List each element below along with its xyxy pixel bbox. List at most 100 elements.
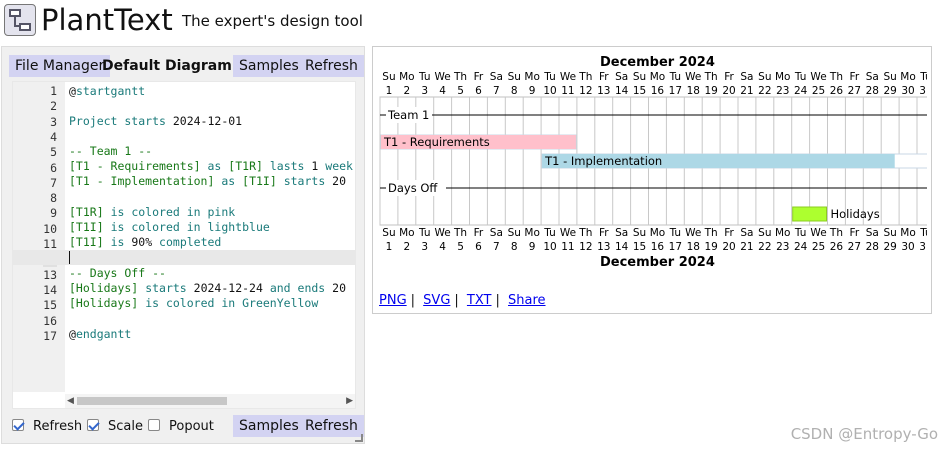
day-label: 23: [776, 85, 789, 97]
weekday-label: Fr: [474, 227, 484, 239]
code-line-11: [T1I] is 90% completed: [69, 235, 222, 249]
weekday-label: Fr: [599, 71, 609, 83]
brand-title[interactable]: PlantText: [41, 2, 173, 38]
weekday-label: Sa: [740, 71, 753, 83]
weekday-label: We: [810, 71, 826, 83]
day-label: 1: [386, 241, 393, 253]
separator-label: Days Off: [388, 181, 438, 195]
weekday-label: Fr: [599, 227, 609, 239]
weekday-label: Th: [578, 227, 592, 239]
code-line-10: [T1I] is colored in lightblue: [69, 220, 270, 234]
line-number-gutter: 1234567891011121314151617: [13, 82, 65, 392]
code-line-14: [Holidays] starts 2024-12-24 and ends 20: [69, 281, 346, 295]
day-label: 17: [669, 241, 682, 253]
code-line-13: -- Days Off --: [69, 266, 166, 280]
day-label: 1: [386, 85, 393, 97]
samples-button-bottom[interactable]: Samples: [233, 415, 305, 437]
code-editor[interactable]: 1234567891011121314151617 @startgantt Pr…: [12, 81, 356, 409]
refresh-checkbox-label: Refresh: [33, 419, 83, 434]
weekday-label: Fr: [724, 71, 734, 83]
code-line-6: [T1 - Requirements] as [T1R] lasts 1 wee…: [69, 159, 353, 173]
weekday-label: Tu: [669, 71, 681, 83]
day-label: 6: [475, 85, 482, 97]
day-label: 31: [919, 85, 927, 97]
scale-checkbox-label: Scale: [108, 419, 143, 434]
weekday-label: Tu: [794, 227, 806, 239]
line-number: 15: [43, 298, 57, 313]
weekday-label: Tu: [794, 71, 806, 83]
line-number: 10: [43, 221, 57, 236]
samples-button-top[interactable]: Samples: [233, 55, 305, 77]
scrollbar-thumb[interactable]: [77, 397, 227, 405]
weekday-label: Mo: [399, 71, 414, 83]
day-label: 5: [457, 241, 464, 253]
line-number: 5: [50, 145, 57, 160]
weekday-label: Sa: [615, 71, 628, 83]
weekday-label: Sa: [490, 227, 503, 239]
weekday-label: Th: [829, 227, 843, 239]
png-link[interactable]: PNG: [379, 293, 407, 308]
day-label: 25: [812, 85, 825, 97]
popout-checkbox-label: Popout: [169, 419, 214, 434]
popout-checkbox[interactable]: [148, 419, 160, 431]
task-label: T1 - Implementation: [544, 154, 662, 168]
code-line-9: [T1R] is colored in pink: [69, 205, 236, 219]
day-label: 18: [687, 85, 700, 97]
day-label: 27: [848, 85, 861, 97]
weekday-label: Tu: [543, 71, 555, 83]
line-number: 9: [50, 206, 57, 221]
gantt-diagram[interactable]: December 2024Su1Mo2Tu3We4Th5Fr6Sa7Su8Mo9…: [377, 51, 927, 275]
weekday-label: Mo: [775, 227, 790, 239]
share-link[interactable]: Share: [508, 293, 546, 308]
day-label: 23: [776, 241, 789, 253]
horizontal-scrollbar[interactable]: ◀ ▶: [65, 394, 355, 408]
weekday-label: Su: [883, 227, 896, 239]
diagram-panel: December 2024 Su 1 Mo 2 Tu 3 We 4 Th 5 Fr 6 Sa 7 Su 8 Mo 9…: [372, 46, 932, 314]
weekday-label: Mo: [775, 71, 790, 83]
day-label: 18: [687, 241, 700, 253]
day-label: 30: [901, 241, 914, 253]
line-number: 7: [50, 175, 57, 190]
refresh-button-top[interactable]: Refresh: [299, 55, 364, 77]
weekday-label: Tu: [919, 71, 927, 83]
scroll-left-icon[interactable]: ◀: [67, 396, 74, 406]
weekday-label: We: [810, 227, 826, 239]
weekday-label: Th: [453, 71, 467, 83]
weekday-label: We: [435, 227, 451, 239]
day-label: 3: [421, 85, 428, 97]
file-manager-button[interactable]: File Manager: [9, 55, 111, 77]
refresh-checkbox[interactable]: [12, 419, 24, 431]
resize-grip-icon[interactable]: [355, 434, 363, 442]
day-label: 24: [794, 85, 808, 97]
txt-link[interactable]: TXT: [467, 293, 492, 308]
weekday-label: Sa: [866, 71, 879, 83]
line-number: 3: [50, 114, 57, 129]
day-label: 29: [883, 241, 896, 253]
weekday-label: Mo: [399, 227, 414, 239]
day-label: 12: [579, 241, 592, 253]
svg-link[interactable]: SVG: [423, 293, 450, 308]
day-label: 5: [457, 85, 464, 97]
line-number: 17: [43, 328, 57, 343]
line-number: 14: [43, 282, 57, 297]
weekday-label: Th: [578, 71, 592, 83]
line-number: 1: [50, 84, 57, 98]
scroll-right-icon[interactable]: ▶: [346, 396, 353, 406]
day-label: 2: [404, 85, 411, 97]
day-label: 11: [561, 241, 574, 253]
line-number: 8: [50, 191, 57, 206]
planttext-logo-icon[interactable]: [4, 4, 36, 36]
current-line-highlight: [13, 250, 355, 265]
weekday-label: Tu: [543, 227, 555, 239]
day-label: 31: [919, 241, 927, 253]
day-label: 9: [529, 241, 536, 253]
weekday-label: Mo: [900, 227, 915, 239]
line-number: 2: [50, 99, 57, 114]
gantt-month-top: December 2024: [600, 55, 715, 70]
day-label: 19: [704, 85, 717, 97]
scale-checkbox[interactable]: [87, 419, 99, 431]
day-label: 9: [529, 85, 536, 97]
weekday-label: Mo: [900, 71, 915, 83]
weekday-label: We: [435, 71, 451, 83]
day-label: 8: [511, 241, 518, 253]
